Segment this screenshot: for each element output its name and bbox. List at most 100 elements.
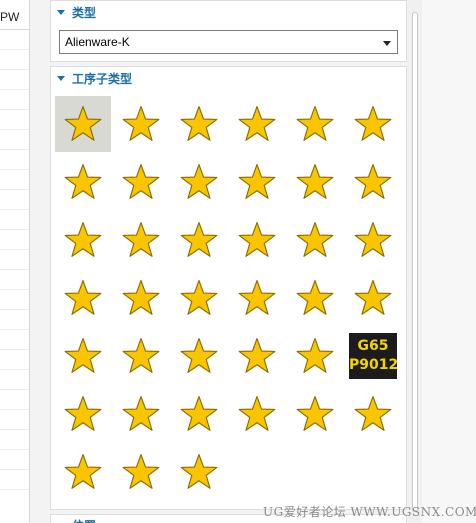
table-row[interactable]: [0, 250, 29, 270]
collapse-triangle-icon: [57, 9, 65, 15]
subtype-item[interactable]: [287, 270, 343, 326]
app-window: PW 类型 Alienware-K 工序子类型 G65 P9012 位置: [0, 0, 476, 523]
star-icon: [354, 395, 392, 431]
subtype-item[interactable]: [171, 328, 227, 384]
subtype-group-title: 工序子类型: [72, 71, 133, 86]
subtype-item[interactable]: [55, 154, 111, 210]
subtype-item[interactable]: [55, 270, 111, 326]
table-row[interactable]: [0, 150, 29, 170]
subtype-item[interactable]: [345, 386, 401, 442]
type-group: 类型 Alienware-K: [50, 0, 407, 62]
table-row[interactable]: [0, 330, 29, 350]
subtype-item[interactable]: [171, 386, 227, 442]
star-icon: [238, 279, 276, 315]
table-row[interactable]: [0, 350, 29, 370]
subtype-item[interactable]: [229, 270, 285, 326]
subtype-item[interactable]: [229, 328, 285, 384]
table-header[interactable]: PW: [0, 0, 29, 30]
subtype-item[interactable]: [113, 270, 169, 326]
subtype-item[interactable]: [171, 212, 227, 268]
table-row[interactable]: [0, 370, 29, 390]
star-icon: [180, 221, 218, 257]
star-icon: [122, 163, 160, 199]
subtype-group: 工序子类型 G65 P9012: [50, 66, 407, 510]
subtype-item[interactable]: [113, 154, 169, 210]
star-icon: [180, 163, 218, 199]
star-icon: [122, 279, 160, 315]
table-row[interactable]: [0, 390, 29, 410]
subtype-item-badge[interactable]: G65 P9012: [345, 328, 401, 384]
subtype-item[interactable]: [55, 386, 111, 442]
star-icon: [122, 337, 160, 373]
subtype-item[interactable]: [287, 386, 343, 442]
table-row[interactable]: [0, 210, 29, 230]
subtype-item[interactable]: [55, 96, 111, 152]
operation-panel: 类型 Alienware-K 工序子类型 G65 P9012 位置: [50, 0, 407, 523]
star-icon: [64, 279, 102, 315]
subtype-item[interactable]: [171, 270, 227, 326]
star-icon: [64, 163, 102, 199]
table-row[interactable]: [0, 170, 29, 190]
type-group-header[interactable]: 类型: [57, 3, 96, 21]
table-row[interactable]: [0, 70, 29, 90]
star-icon: [354, 279, 392, 315]
star-icon: [180, 279, 218, 315]
subtype-item[interactable]: [345, 212, 401, 268]
subtype-item[interactable]: [229, 212, 285, 268]
subtype-item[interactable]: [113, 444, 169, 500]
subtype-item[interactable]: [345, 154, 401, 210]
left-table: PW: [0, 0, 30, 523]
subtype-group-header[interactable]: 工序子类型: [57, 69, 132, 87]
subtype-item[interactable]: [171, 154, 227, 210]
table-row[interactable]: [0, 470, 29, 490]
star-icon: [238, 105, 276, 141]
dropdown-arrow-icon: [383, 41, 391, 46]
subtype-item[interactable]: [287, 328, 343, 384]
scrollbar-thumb[interactable]: [412, 12, 418, 512]
table-row[interactable]: [0, 290, 29, 310]
subtype-item[interactable]: [287, 154, 343, 210]
star-icon: [180, 453, 218, 489]
vertical-scrollbar[interactable]: [408, 0, 422, 523]
subtype-item[interactable]: [229, 96, 285, 152]
table-row[interactable]: [0, 110, 29, 130]
table-row[interactable]: [0, 30, 29, 50]
subtype-item[interactable]: [113, 96, 169, 152]
subtype-item[interactable]: [287, 96, 343, 152]
position-group-title: 位置: [72, 517, 96, 523]
subtype-item[interactable]: [55, 328, 111, 384]
subtype-item[interactable]: [113, 328, 169, 384]
subtype-item[interactable]: [113, 212, 169, 268]
table-rows: [0, 30, 29, 490]
type-select-value: Alienware-K: [65, 35, 130, 49]
subtype-item[interactable]: [345, 270, 401, 326]
subtype-item[interactable]: [171, 96, 227, 152]
star-icon: [64, 105, 102, 141]
table-row[interactable]: [0, 410, 29, 430]
subtype-item[interactable]: [55, 444, 111, 500]
star-icon: [122, 395, 160, 431]
table-row[interactable]: [0, 270, 29, 290]
table-row[interactable]: [0, 130, 29, 150]
subtype-item[interactable]: [287, 212, 343, 268]
subtype-item[interactable]: [171, 444, 227, 500]
subtype-item[interactable]: [229, 154, 285, 210]
table-row[interactable]: [0, 50, 29, 70]
star-icon: [296, 395, 334, 431]
subtype-item[interactable]: [113, 386, 169, 442]
subtype-item[interactable]: [55, 212, 111, 268]
position-group-header[interactable]: 位置: [57, 516, 96, 523]
table-row[interactable]: [0, 230, 29, 250]
subtype-item[interactable]: [345, 96, 401, 152]
star-icon: [296, 279, 334, 315]
subtype-item[interactable]: [229, 386, 285, 442]
right-strip: [422, 0, 476, 523]
type-select[interactable]: Alienware-K: [59, 30, 398, 54]
table-row[interactable]: [0, 450, 29, 470]
table-row[interactable]: [0, 310, 29, 330]
table-row[interactable]: [0, 90, 29, 110]
table-row[interactable]: [0, 190, 29, 210]
star-icon: [180, 105, 218, 141]
badge-line-2: P9012: [349, 357, 399, 373]
table-row[interactable]: [0, 430, 29, 450]
